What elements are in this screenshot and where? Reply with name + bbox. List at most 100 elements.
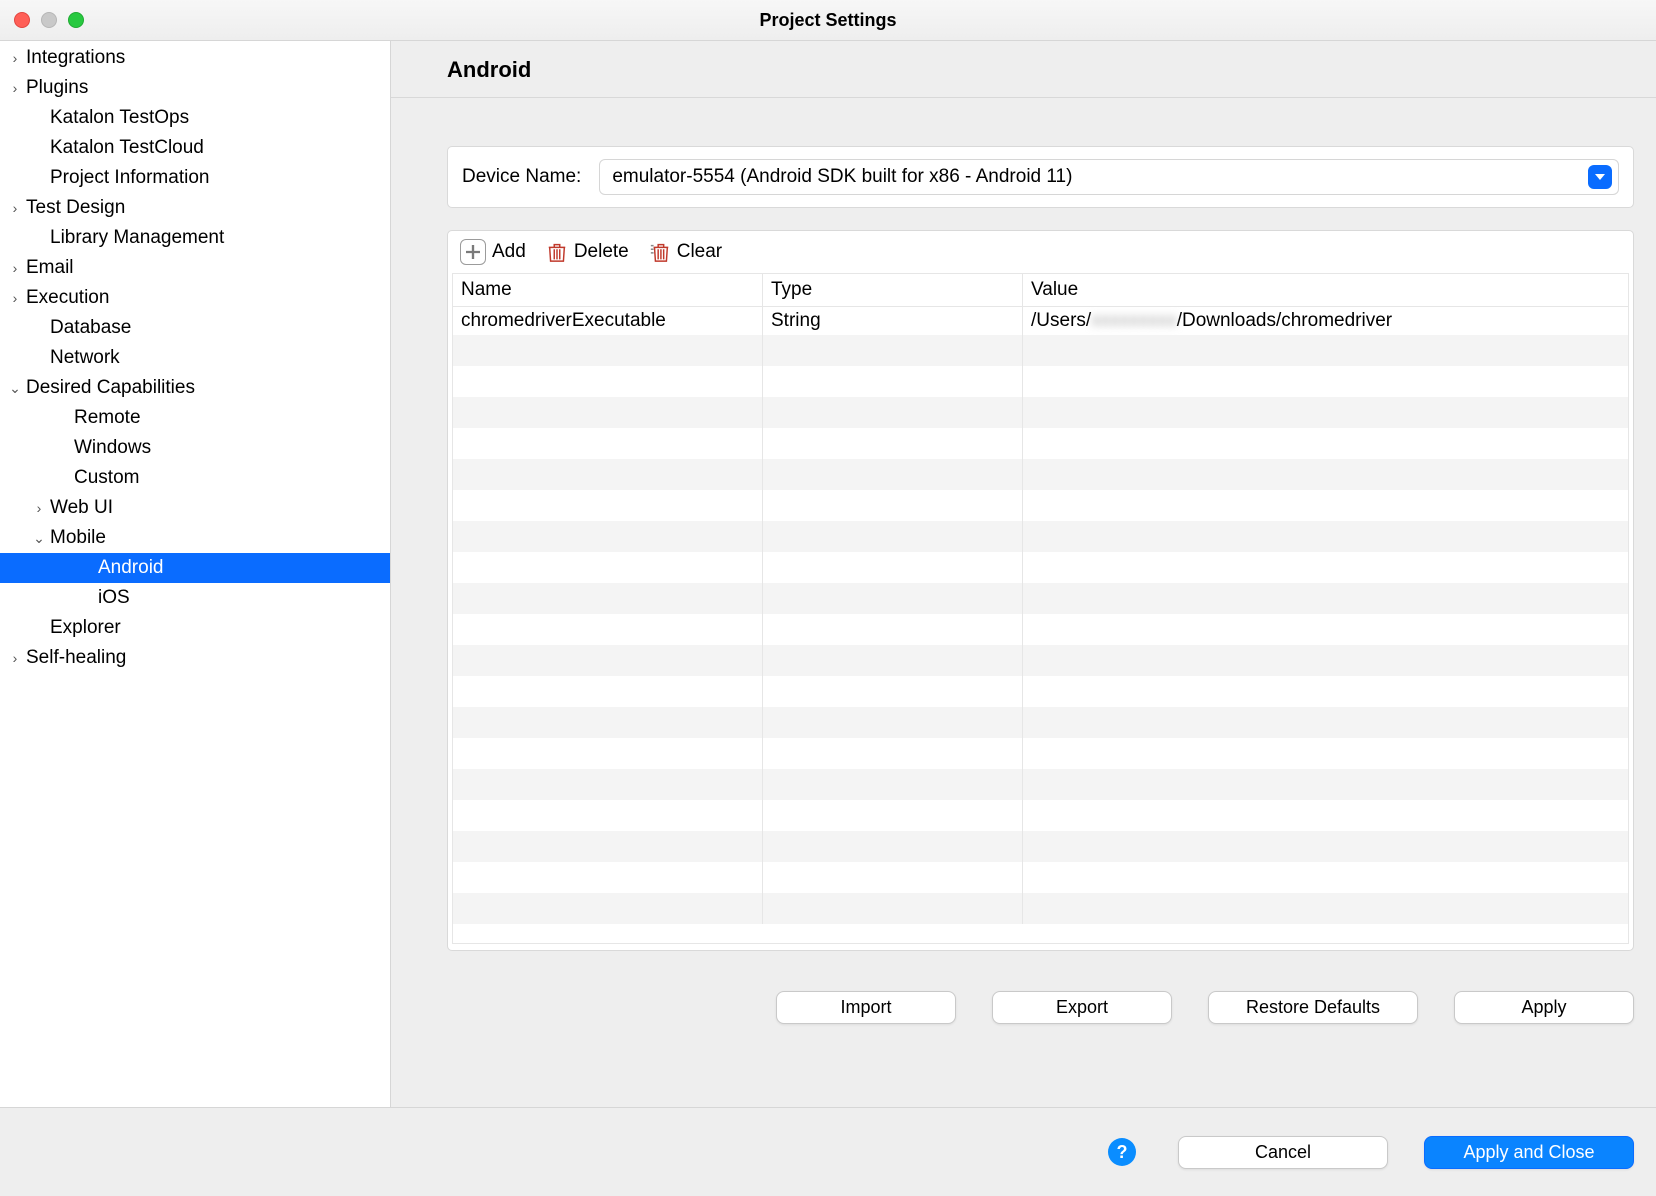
tree-item[interactable]: ›Self-healing [0,643,390,673]
cell-empty[interactable] [763,335,1023,366]
tree-item[interactable]: ›Web UI [0,493,390,523]
cell-empty[interactable] [763,614,1023,645]
tree-item[interactable]: Katalon TestCloud [0,133,390,163]
cell-empty[interactable] [763,583,1023,614]
cell-empty[interactable] [1023,645,1628,676]
cell-empty[interactable] [763,769,1023,800]
table-row[interactable] [453,490,1628,521]
tree-item[interactable]: Network [0,343,390,373]
cell-empty[interactable] [763,738,1023,769]
cell-empty[interactable] [763,645,1023,676]
cancel-button[interactable]: Cancel [1178,1136,1388,1169]
cell-empty[interactable] [453,366,763,397]
cell-empty[interactable] [1023,831,1628,862]
table-row[interactable] [453,862,1628,893]
cell-empty[interactable] [453,459,763,490]
cell-empty[interactable] [1023,335,1628,366]
table-row[interactable] [453,676,1628,707]
cell-empty[interactable] [763,800,1023,831]
tree-item[interactable]: Database [0,313,390,343]
cell-empty[interactable] [763,459,1023,490]
table-row[interactable] [453,800,1628,831]
cell-empty[interactable] [1023,521,1628,552]
device-select[interactable]: emulator-5554 (Android SDK built for x86… [599,159,1619,195]
cell-empty[interactable] [1023,552,1628,583]
cell-empty[interactable] [1023,800,1628,831]
cell-empty[interactable] [1023,366,1628,397]
table-row[interactable] [453,521,1628,552]
cell-type[interactable]: String [763,307,1023,335]
tree-item[interactable]: Android [0,553,390,583]
table-row[interactable] [453,397,1628,428]
col-name[interactable]: Name [453,274,763,306]
col-value[interactable]: Value [1023,274,1628,306]
cell-empty[interactable] [1023,769,1628,800]
cell-empty[interactable] [763,521,1023,552]
tree-item[interactable]: Explorer [0,613,390,643]
cell-empty[interactable] [453,397,763,428]
table-row[interactable] [453,707,1628,738]
cell-empty[interactable] [453,738,763,769]
cell-empty[interactable] [453,583,763,614]
tree-item[interactable]: Katalon TestOps [0,103,390,133]
tree-item[interactable]: ›Execution [0,283,390,313]
help-icon[interactable]: ? [1108,1138,1136,1166]
cell-empty[interactable] [453,800,763,831]
tree-item[interactable]: Windows [0,433,390,463]
cell-empty[interactable] [453,645,763,676]
tree-item[interactable]: Project Information [0,163,390,193]
table-row[interactable] [453,366,1628,397]
cell-empty[interactable] [1023,459,1628,490]
cell-empty[interactable] [453,428,763,459]
cell-empty[interactable] [763,428,1023,459]
cell-empty[interactable] [1023,614,1628,645]
table-row[interactable] [453,459,1628,490]
tree-item[interactable]: ⌄Mobile [0,523,390,553]
cell-empty[interactable] [453,862,763,893]
tree-item[interactable]: Remote [0,403,390,433]
table-row[interactable] [453,428,1628,459]
settings-tree[interactable]: ›Integrations›PluginsKatalon TestOpsKata… [0,41,391,1107]
tree-item[interactable]: iOS [0,583,390,613]
tree-item[interactable]: ›Plugins [0,73,390,103]
export-button[interactable]: Export [992,991,1172,1024]
tree-item[interactable]: ⌄Desired Capabilities [0,373,390,403]
cell-empty[interactable] [763,366,1023,397]
cell-empty[interactable] [453,521,763,552]
table-row[interactable]: chromedriverExecutableString/Users/xxxxx… [453,307,1628,335]
tree-item[interactable]: ›Integrations [0,43,390,73]
apply-and-close-button[interactable]: Apply and Close [1424,1136,1634,1169]
tree-item[interactable]: Custom [0,463,390,493]
cell-empty[interactable] [453,676,763,707]
cell-empty[interactable] [1023,676,1628,707]
table-row[interactable] [453,738,1628,769]
table-row[interactable] [453,335,1628,366]
import-button[interactable]: Import [776,991,956,1024]
cell-empty[interactable] [763,552,1023,583]
cell-empty[interactable] [453,490,763,521]
cell-empty[interactable] [763,676,1023,707]
cell-empty[interactable] [453,769,763,800]
cell-empty[interactable] [453,831,763,862]
clear-button[interactable]: Clear [649,241,722,263]
cell-empty[interactable] [763,831,1023,862]
tree-item[interactable]: Library Management [0,223,390,253]
cell-value[interactable]: /Users/xxxxxxxxx/Downloads/chromedriver [1023,307,1628,335]
cell-empty[interactable] [1023,490,1628,521]
cell-empty[interactable] [453,335,763,366]
table-row[interactable] [453,583,1628,614]
add-button[interactable]: Add [460,239,526,265]
cell-empty[interactable] [763,707,1023,738]
table-row[interactable] [453,831,1628,862]
apply-button[interactable]: Apply [1454,991,1634,1024]
table-row[interactable] [453,769,1628,800]
tree-item[interactable]: ›Email [0,253,390,283]
tree-item[interactable]: ›Test Design [0,193,390,223]
cell-empty[interactable] [453,707,763,738]
cell-empty[interactable] [453,552,763,583]
capabilities-grid[interactable]: Name Type Value chromedriverExecutableSt… [452,273,1629,944]
cell-empty[interactable] [1023,738,1628,769]
cell-empty[interactable] [453,893,763,924]
cell-empty[interactable] [1023,893,1628,924]
delete-button[interactable]: Delete [546,241,629,263]
